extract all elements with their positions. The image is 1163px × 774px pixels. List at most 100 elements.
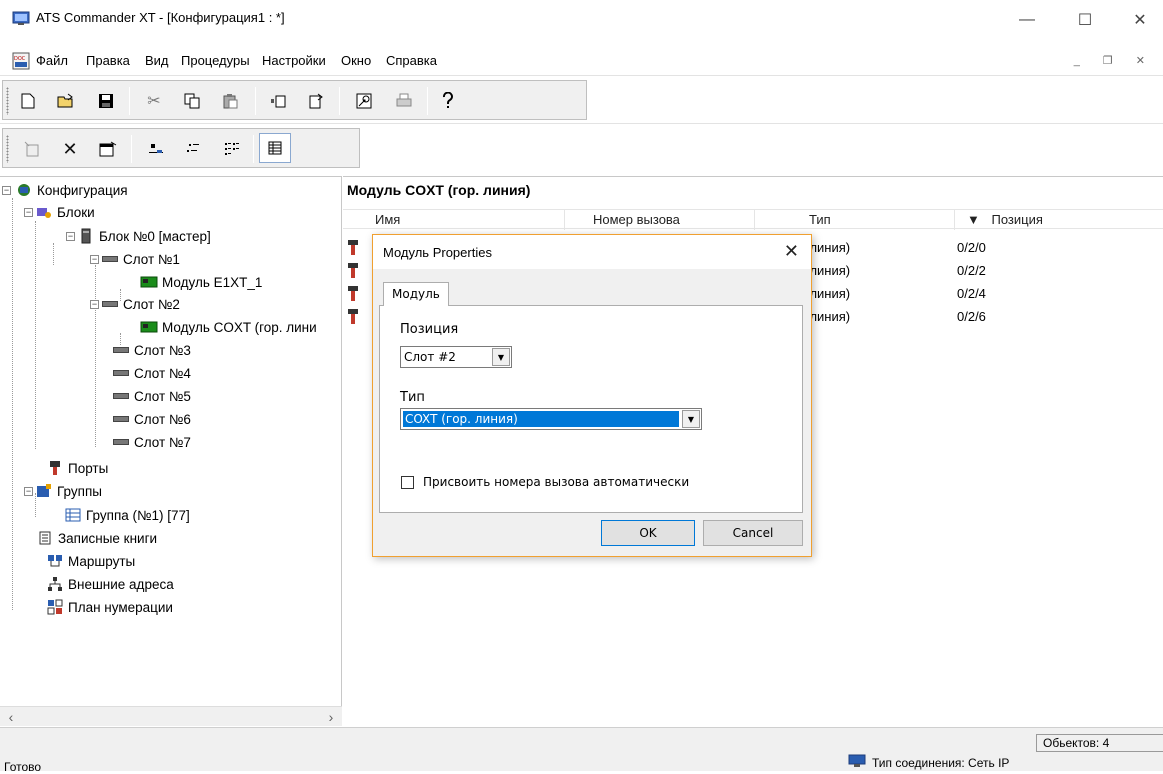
- dialog-close-button[interactable]: ✕: [784, 241, 799, 262]
- tree-node-groups[interactable]: − Группы: [24, 480, 102, 502]
- slot-icon: [112, 365, 130, 381]
- tree-node-external-addresses[interactable]: Внешние адреса: [46, 573, 174, 595]
- chevron-down-icon[interactable]: ▼: [492, 348, 510, 366]
- new-item-icon[interactable]: [265, 89, 291, 113]
- cancel-button[interactable]: Cancel: [703, 520, 803, 546]
- tree-node-slot-1[interactable]: − Слот №1: [90, 248, 180, 270]
- toolbar-separator: [427, 87, 428, 115]
- toolbar-grip[interactable]: [6, 87, 9, 115]
- config-icon: [15, 182, 33, 198]
- tree-node-block-0[interactable]: − Блок №0 [мастер]: [66, 225, 211, 247]
- ok-button[interactable]: OK: [601, 520, 695, 546]
- slot-icon: [112, 388, 130, 404]
- menu-settings[interactable]: Настройки: [262, 53, 326, 68]
- delete-icon[interactable]: ✕: [57, 137, 83, 161]
- tree-node-label: Порты: [68, 460, 109, 476]
- tree-node-slot-6[interactable]: Слот №6: [112, 408, 191, 430]
- close-button[interactable]: ✕: [1117, 0, 1163, 40]
- tree-node-slot-7[interactable]: Слот №7: [112, 431, 191, 453]
- auto-assign-checkbox[interactable]: [401, 476, 414, 489]
- column-header-call-number[interactable]: Номер вызова: [565, 210, 755, 230]
- module-icon: [140, 319, 158, 335]
- collapse-icon[interactable]: −: [24, 207, 33, 217]
- properties-disabled-icon[interactable]: [19, 137, 45, 161]
- document-icon[interactable]: DOC: [12, 52, 30, 70]
- print-icon[interactable]: [391, 89, 417, 113]
- toolbar-separator: [339, 87, 340, 115]
- position-select[interactable]: Слот #2 ▼: [400, 346, 512, 368]
- numbering-plan-icon: [46, 599, 64, 615]
- blocks-icon: [35, 204, 53, 220]
- tree-node-slot-4[interactable]: Слот №4: [112, 362, 191, 384]
- menu-procedures[interactable]: Процедуры: [181, 53, 250, 68]
- dialog-title-bar[interactable]: Модуль Properties ✕: [373, 235, 811, 269]
- paste-icon[interactable]: [217, 89, 243, 113]
- mdi-window-controls[interactable]: _ ❐ ✕: [1074, 54, 1155, 67]
- open-item-icon[interactable]: [303, 89, 329, 113]
- collapse-icon[interactable]: −: [2, 185, 11, 195]
- toolbar-grip[interactable]: [6, 135, 9, 163]
- tree-node-module-e1xt[interactable]: Модуль E1XT_1: [140, 271, 262, 293]
- standard-toolbar: ✂: [0, 75, 1163, 122]
- configuration-tree[interactable]: − Конфигурация − Блоки − Блок №0 [мастер…: [0, 176, 342, 726]
- tree-node-configuration[interactable]: − Конфигурация: [2, 179, 128, 201]
- toolbar-separator: [131, 135, 132, 163]
- dialog-title: Модуль Properties: [383, 245, 492, 260]
- properties-icon[interactable]: [95, 137, 121, 161]
- tree-node-slot-2[interactable]: − Слот №2: [90, 293, 180, 315]
- tree-connector: [53, 243, 54, 265]
- tree-node-module-coxt[interactable]: Модуль COXT (гор. лини: [140, 316, 317, 338]
- small-icons-icon[interactable]: [181, 137, 207, 161]
- open-icon[interactable]: [53, 89, 79, 113]
- menu-window[interactable]: Окно: [341, 53, 371, 68]
- collapse-icon[interactable]: −: [90, 299, 99, 309]
- help-icon[interactable]: [435, 89, 461, 113]
- tree-node-notebooks[interactable]: Записные книги: [36, 527, 157, 549]
- routes-icon: [46, 553, 64, 569]
- column-header-name[interactable]: Имя: [343, 210, 565, 230]
- column-header-position[interactable]: ▼ Позиция: [955, 210, 1163, 230]
- scroll-left-icon[interactable]: ‹: [2, 708, 20, 726]
- print-preview-icon[interactable]: [351, 89, 377, 113]
- tree-node-ports[interactable]: Порты: [46, 457, 108, 479]
- tree-node-label: Слот №2: [123, 296, 180, 312]
- large-icons-icon[interactable]: [143, 137, 169, 161]
- tree-node-group-1[interactable]: Группа (№1) [77]: [64, 504, 190, 526]
- tree-node-label: Блоки: [57, 204, 95, 220]
- tree-node-slot-5[interactable]: Слот №5: [112, 385, 191, 407]
- details-view-icon[interactable]: [259, 133, 291, 163]
- tree-node-label: Внешние адреса: [68, 576, 174, 592]
- tree-node-slot-3[interactable]: Слот №3: [112, 339, 191, 361]
- copy-icon[interactable]: [179, 89, 205, 113]
- menu-edit[interactable]: Правка: [86, 53, 130, 68]
- column-header-type[interactable]: Тип: [755, 210, 955, 230]
- collapse-icon[interactable]: −: [66, 231, 75, 241]
- slot-icon: [112, 434, 130, 450]
- tree-node-label: Слот №5: [134, 388, 191, 404]
- menu-help[interactable]: Справка: [386, 53, 437, 68]
- tree-node-label: Слот №1: [123, 251, 180, 267]
- tab-module[interactable]: Модуль: [383, 282, 449, 306]
- cell-position: 0/2/2: [957, 263, 986, 278]
- cut-icon[interactable]: ✂: [141, 89, 167, 113]
- menu-bar: DOC Файл Правка Вид Процедуры Настройки …: [0, 48, 1163, 74]
- list-view-icon[interactable]: [219, 137, 245, 161]
- chevron-down-icon[interactable]: ▼: [682, 410, 700, 428]
- type-select[interactable]: COXT (гор. линия) ▼: [400, 408, 702, 430]
- menu-view[interactable]: Вид: [145, 53, 169, 68]
- minimize-button[interactable]: —: [1004, 0, 1050, 40]
- collapse-icon[interactable]: −: [90, 254, 99, 264]
- auto-assign-label[interactable]: Присвоить номера вызова автоматически: [423, 475, 689, 489]
- save-icon[interactable]: [93, 89, 119, 113]
- new-icon[interactable]: [15, 89, 41, 113]
- scroll-right-icon[interactable]: ›: [322, 708, 340, 726]
- maximize-button[interactable]: ☐: [1062, 0, 1108, 40]
- tree-horizontal-scrollbar[interactable]: ‹ ›: [0, 706, 342, 726]
- tree-node-blocks[interactable]: − Блоки: [24, 201, 95, 223]
- collapse-icon[interactable]: −: [24, 486, 33, 496]
- tree-node-routes[interactable]: Маршруты: [46, 550, 135, 572]
- menu-file[interactable]: Файл: [36, 53, 68, 68]
- tree-node-numbering-plan[interactable]: План нумерации: [46, 596, 173, 618]
- type-select-value: COXT (гор. линия): [403, 411, 679, 427]
- position-label: Позиция: [400, 322, 459, 337]
